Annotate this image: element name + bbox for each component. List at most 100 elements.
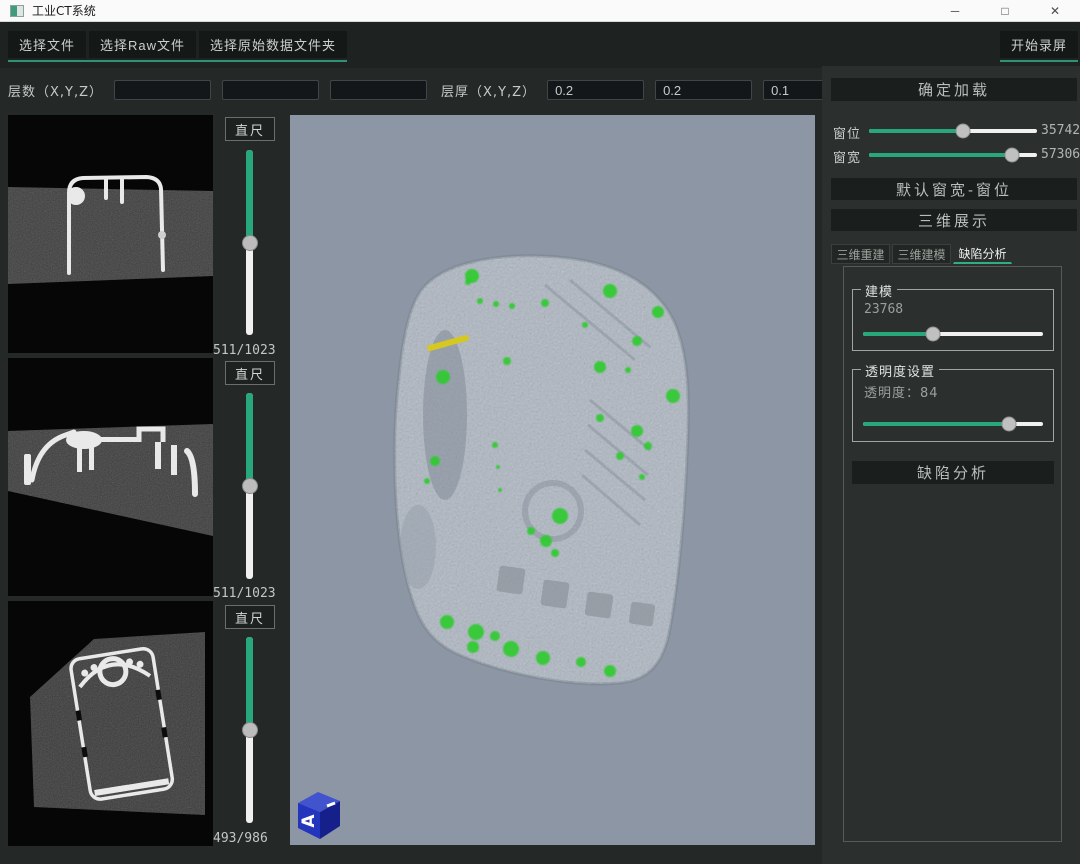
slice-slider-bottom-handle[interactable] (242, 722, 258, 738)
modeling-value: 23768 (864, 302, 903, 317)
modeling-groupbox: 建模 23768 (852, 289, 1054, 351)
window-level-slider[interactable] (869, 129, 1037, 133)
window-level-handle[interactable] (956, 124, 971, 139)
window-level-value: 35742 (1041, 123, 1080, 138)
slice-slider-middle-handle[interactable] (242, 478, 258, 494)
tab-3d-reconstruction[interactable]: 三维重建 (831, 244, 890, 264)
window-width-handle[interactable] (1004, 148, 1019, 163)
defect-marker (465, 279, 471, 285)
window-width-slider[interactable] (869, 153, 1037, 157)
defect-marker (625, 367, 631, 373)
defect-marker (430, 456, 440, 466)
defect-marker (436, 370, 450, 384)
file-menu-group: 选择文件 选择Raw文件 选择原始数据文件夹 (8, 31, 347, 62)
app-logo-icon (10, 5, 24, 17)
defect-marker (468, 624, 484, 640)
slice-slider-top[interactable] (246, 150, 253, 335)
ruler-button-bottom[interactable]: 直尺 (225, 605, 275, 629)
record-menu-group: 开始录屏 (1000, 31, 1078, 62)
layers-z-input[interactable] (330, 80, 427, 100)
select-raw-data-folder-button[interactable]: 选择原始数据文件夹 (199, 31, 347, 58)
display-3d-button[interactable]: 三维展示 (831, 209, 1077, 231)
window-controls: ─ □ ✕ (930, 0, 1080, 22)
opacity-groupbox: 透明度设置 透明度：84 (852, 369, 1054, 442)
defect-marker (477, 298, 483, 304)
layers-label: 层数（X,Y,Z） (8, 81, 103, 100)
defect-marker (594, 361, 606, 373)
layers-y-input[interactable] (222, 80, 319, 100)
defect-marker (604, 665, 616, 677)
select-file-button[interactable]: 选择文件 (8, 31, 86, 58)
slice-slider-middle-fill (246, 393, 253, 486)
modeling-slider[interactable] (863, 332, 1043, 336)
defect-marker (616, 452, 624, 460)
defect-marker (490, 631, 500, 641)
tab-3d-modeling[interactable]: 三维建模 (892, 244, 951, 264)
opacity-slider[interactable] (863, 422, 1043, 426)
defect-marker (596, 414, 604, 422)
opacity-slider-fill (863, 422, 1009, 426)
slice-slider-top-handle[interactable] (242, 235, 258, 251)
defect-marker (576, 657, 586, 667)
defect-marker (652, 306, 664, 318)
thickness-label: 层厚（X,Y,Z） (441, 81, 536, 100)
window-level-label: 窗位 (833, 123, 861, 142)
defect-marker (631, 425, 643, 437)
minimize-button[interactable]: ─ (930, 0, 980, 22)
opacity-slider-handle[interactable] (1001, 417, 1016, 432)
maximize-button[interactable]: □ (980, 0, 1030, 22)
parameter-row: 层数（X,Y,Z） 层厚（X,Y,Z） (8, 78, 860, 102)
menubar: 选择文件 选择Raw文件 选择原始数据文件夹 开始录屏 (0, 22, 1080, 68)
slice-slider-top-fill (246, 150, 253, 243)
defect-marker (603, 284, 617, 298)
right-panel: 确定加载 窗位 35742 窗宽 57306 默认窗宽-窗位 三维展示 三维重建… (822, 66, 1080, 864)
app-window: 工业CT系统 ─ □ ✕ 选择文件 选择Raw文件 选择原始数据文件夹 开始录屏… (0, 0, 1080, 864)
defect-marker (492, 442, 498, 448)
defect-marker (440, 615, 454, 629)
layers-x-input[interactable] (114, 80, 211, 100)
defect-marker (527, 527, 535, 535)
defect-marker (503, 357, 511, 365)
defect-marker (644, 442, 652, 450)
viewport-3d[interactable]: A (290, 115, 815, 845)
start-recording-button[interactable]: 开始录屏 (1000, 31, 1078, 58)
window-level-fill (869, 129, 963, 133)
tab-defect-analysis[interactable]: 缺陷分析 (953, 244, 1012, 264)
thickness-y-input[interactable] (655, 80, 752, 100)
confirm-load-button[interactable]: 确定加载 (831, 78, 1077, 101)
close-button[interactable]: ✕ (1030, 0, 1080, 22)
ruler-button-top[interactable]: 直尺 (225, 117, 275, 141)
titlebar: 工业CT系统 ─ □ ✕ (0, 0, 1080, 22)
opacity-value: 透明度：84 (864, 382, 939, 401)
defect-analysis-button[interactable]: 缺陷分析 (852, 461, 1054, 484)
thickness-x-input[interactable] (547, 80, 644, 100)
defect-marker (639, 474, 645, 480)
defect-marker (551, 549, 559, 557)
defect-marker (582, 322, 588, 328)
slice-view-middle[interactable] (8, 358, 213, 596)
ruler-button-middle[interactable]: 直尺 (225, 361, 275, 385)
defect-marker (498, 488, 502, 492)
window-width-label: 窗宽 (833, 147, 861, 166)
defect-marker (493, 301, 499, 307)
select-raw-file-button[interactable]: 选择Raw文件 (89, 31, 196, 58)
slice-slider-bottom[interactable] (246, 637, 253, 823)
defect-marker (496, 465, 500, 469)
opacity-group-title: 透明度设置 (861, 361, 939, 380)
slice-slider-bottom-fill (246, 637, 253, 730)
defect-marker (503, 641, 519, 657)
defect-marker (509, 303, 515, 309)
window-width-fill (869, 153, 1012, 157)
window-title: 工业CT系统 (32, 2, 96, 19)
modeling-slider-handle[interactable] (926, 327, 941, 342)
slice-view-top[interactable] (8, 115, 213, 353)
slice-position-label-bottom: 493/986 (213, 831, 285, 846)
slice-slider-middle[interactable] (246, 393, 253, 579)
defect-marker (467, 641, 479, 653)
default-window-button[interactable]: 默认窗宽-窗位 (831, 178, 1077, 200)
window-width-value: 57306 (1041, 147, 1080, 162)
defect-analysis-panel: 建模 23768 透明度设置 透明度：84 缺陷分析 (843, 266, 1062, 842)
slice-view-bottom[interactable] (8, 601, 213, 846)
defect-marker (666, 389, 680, 403)
orientation-cube-label: A (299, 814, 319, 828)
